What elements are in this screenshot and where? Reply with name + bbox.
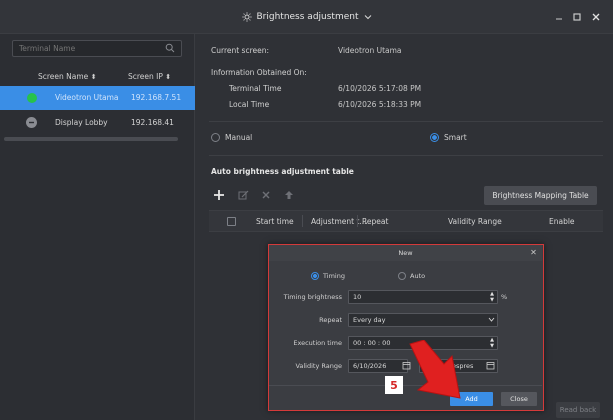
sidebar-horizontal-scrollbar[interactable] [4,137,178,141]
screen-name: Videotron Utama [55,93,119,102]
screen-name: Display Lobby [55,118,108,127]
execution-time-label: Execution time [293,339,342,347]
column-header-label: Screen Name [38,72,89,81]
brightness-adjustment-window: Brightness adjustment Screen Name ⬍ Scre… [0,0,613,420]
auto-table-title: Auto brightness adjustment table [211,167,354,176]
delete-rule-button[interactable] [258,187,274,203]
sort-icon[interactable]: ⬍ [91,73,97,81]
edit-icon [238,190,248,199]
close-button[interactable]: Close [501,392,537,406]
type-auto-radio[interactable]: Auto [398,272,425,280]
add-rule-button[interactable] [211,187,227,203]
dialog-title: New [398,249,413,257]
chevron-down-icon[interactable] [364,14,372,20]
type-timing-radio[interactable]: Timing [311,272,345,280]
search-icon[interactable] [165,43,175,53]
plus-icon [214,190,224,200]
radio-icon [211,133,220,142]
delete-icon [262,191,270,199]
column-divider [357,215,358,227]
type-timing-label: Timing [323,272,345,280]
select-all-checkbox[interactable] [227,217,236,226]
repeat-selected-value: Every day [353,316,386,324]
terminal-time-label: Terminal Time [229,84,282,93]
screen-row-videotron-utama[interactable]: Videotron Utama 192.168.7.51 [0,86,195,110]
dialog-close-icon[interactable]: ✕ [529,248,538,257]
column-enable[interactable]: Enable [549,217,575,226]
brightness-label: Timing brightness [283,293,342,301]
calendar-icon[interactable] [486,361,495,370]
mode-manual-radio[interactable]: Manual [211,133,252,142]
column-divider [302,215,303,227]
divider [209,121,603,122]
screen-row-display-lobby[interactable]: Display Lobby 192.168.41 [0,111,195,135]
divider [209,155,603,156]
dialog-title-bar: New [269,245,542,261]
chevron-down-icon[interactable] [488,317,495,322]
window-title-group[interactable]: Brightness adjustment [0,0,613,34]
tutorial-arrow-icon [409,340,461,399]
local-time-label: Local Time [229,100,270,109]
read-back-button[interactable]: Read back [556,402,600,418]
radio-icon [398,272,406,280]
brightness-input[interactable] [348,290,498,304]
radio-selected-icon [311,272,319,280]
obtained-on-label: Information Obtained On: [211,68,307,77]
mode-smart-radio[interactable]: Smart [430,133,467,142]
repeat-label: Repeat [319,316,342,324]
column-validity-range[interactable]: Validity Range [448,217,502,226]
screen-ip: 192.168.41 [131,118,174,127]
brightness-stepper[interactable]: ▲ ▼ [488,291,496,303]
execution-time-stepper[interactable]: ▲ ▼ [488,337,496,349]
close-icon[interactable] [590,11,602,23]
repeat-select[interactable]: Every day [348,313,498,327]
column-repeat[interactable]: Repeat [362,217,388,226]
column-header-screen-ip[interactable]: Screen IP ⬍ [128,72,171,81]
brightness-unit: % [501,293,508,301]
brightness-mapping-table-button[interactable]: Brightness Mapping Table [484,186,597,205]
edit-rule-button[interactable] [235,187,251,203]
current-screen-label: Current screen: [211,46,270,55]
column-header-label: Screen IP [128,72,163,81]
current-screen-value: Videotron Utama [338,46,402,55]
local-time-value: 6/10/2026 5:18:33 PM [338,100,422,109]
type-auto-label: Auto [410,272,426,280]
offline-status-icon [26,117,37,128]
upload-icon [285,191,293,199]
validity-start-value: 6/10/2026 [353,362,387,370]
column-header-screen-name[interactable]: Screen Name ⬍ [38,72,97,81]
online-status-icon [27,93,37,103]
column-start-time[interactable]: Start time [256,217,294,226]
step-number-badge: 5 [385,376,403,394]
screen-ip: 192.168.7.51 [131,93,182,102]
minimize-icon[interactable] [553,11,565,23]
move-rule-button[interactable] [281,187,297,203]
sun-icon [241,12,252,22]
terminal-search-input[interactable] [12,40,182,57]
mode-smart-label: Smart [444,133,467,142]
mode-manual-label: Manual [225,133,253,142]
column-adjustment-type[interactable]: Adjustment t... [311,217,367,226]
maximize-icon[interactable] [571,11,583,23]
sort-icon[interactable]: ⬍ [165,73,171,81]
window-title: Brightness adjustment [256,12,359,22]
validity-range-label: Validity Range [295,362,342,370]
terminal-time-value: 6/10/2026 5:17:08 PM [338,84,422,93]
radio-selected-icon [430,133,439,142]
